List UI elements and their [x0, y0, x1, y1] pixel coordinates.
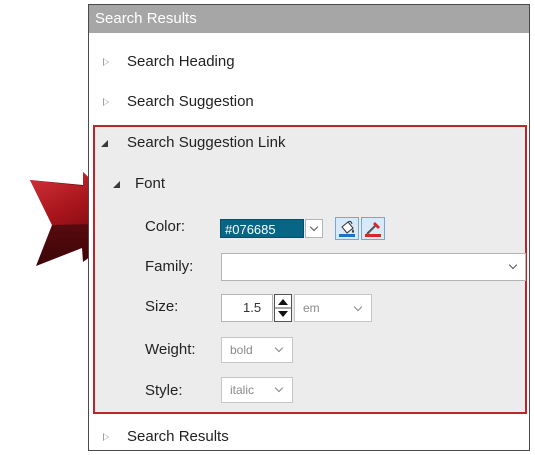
chevron-down-icon [508, 260, 518, 270]
collapse-arrow-icon[interactable] [113, 181, 120, 188]
tree-item-label: Search Suggestion Link [127, 134, 286, 151]
tree-item-label: Search Heading [127, 53, 235, 70]
chevron-down-icon [353, 302, 363, 312]
color-dropdown-button[interactable] [305, 219, 323, 238]
expand-arrow-icon[interactable] [103, 98, 109, 106]
paint-bucket-icon [339, 220, 355, 237]
color-value-field[interactable]: #076685 [220, 219, 304, 238]
eyedropper-button[interactable] [361, 217, 385, 240]
eyedropper-icon [365, 222, 381, 237]
tree-item-search-suggestion-link[interactable]: Search Suggestion Link [89, 124, 529, 162]
size-unit-value: em [303, 301, 320, 315]
style-dropdown[interactable]: italic [221, 377, 293, 403]
weight-dropdown[interactable]: bold [221, 337, 293, 363]
collapse-arrow-icon[interactable] [101, 140, 108, 147]
spinner-icon [275, 299, 291, 317]
size-input[interactable]: 1.5 [221, 294, 273, 322]
family-label: Family: [145, 258, 194, 275]
weight-label: Weight: [145, 341, 196, 358]
family-dropdown[interactable] [221, 253, 526, 281]
style-label: Style: [145, 382, 183, 399]
tree-item-search-heading[interactable]: Search Heading [89, 43, 529, 81]
chevron-down-icon [309, 222, 319, 232]
chevron-down-icon [274, 343, 284, 353]
caret-up-icon [278, 299, 288, 305]
tree-item-search-results[interactable]: Search Results [89, 418, 529, 450]
tree-item-label: Font [135, 175, 166, 192]
expand-arrow-icon[interactable] [103, 58, 109, 66]
weight-value: bold [230, 343, 253, 357]
size-label: Size: [145, 298, 179, 315]
size-unit-dropdown[interactable]: em [294, 294, 372, 322]
tree-item-label: Search Suggestion [127, 93, 254, 110]
caret-down-icon [278, 311, 288, 317]
tree-item-label: Search Results [127, 428, 229, 445]
color-label: Color: [145, 218, 186, 235]
expand-arrow-icon[interactable] [103, 433, 109, 441]
size-spinner[interactable] [274, 294, 292, 322]
tree-item-search-suggestion[interactable]: Search Suggestion [89, 83, 529, 121]
size-value: 1.5 [243, 300, 262, 315]
fill-color-button[interactable] [335, 217, 359, 240]
panel-header: Search Results [89, 5, 529, 33]
style-value: italic [230, 383, 255, 397]
tree-item-font[interactable]: Font [89, 165, 529, 203]
properties-panel: Search Results Search Heading Search Sug… [88, 4, 530, 451]
chevron-down-icon [274, 383, 284, 393]
